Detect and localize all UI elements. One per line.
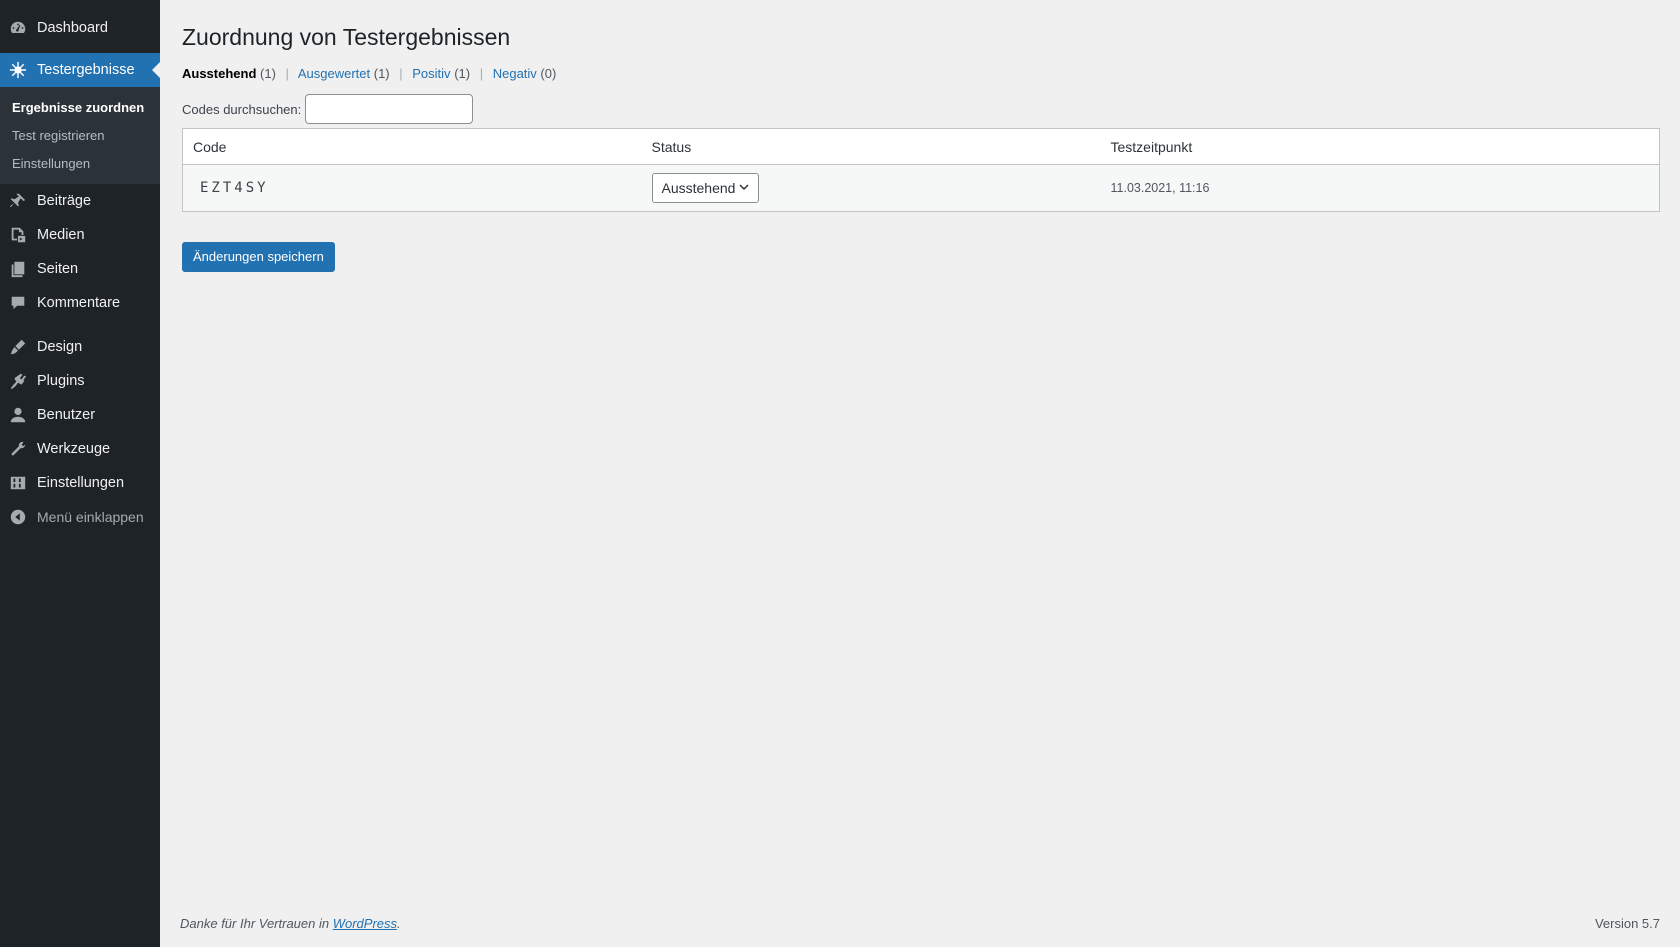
sidebar-item-seiten[interactable]: Seiten bbox=[0, 252, 160, 286]
footer: Danke für Ihr Vertrauen in WordPress. Ve… bbox=[180, 916, 1660, 931]
sidebar-item-beitraege[interactable]: Beiträge bbox=[0, 184, 160, 218]
submenu-item-test-registrieren[interactable]: Test registrieren bbox=[0, 122, 160, 150]
search-label: Codes durchsuchen: bbox=[182, 101, 302, 117]
submenu-item-einstellungen[interactable]: Einstellungen bbox=[0, 150, 160, 178]
filter-ausgewertet[interactable]: Ausgewertet (1) bbox=[298, 66, 390, 81]
column-header-code: Code bbox=[182, 128, 642, 165]
sidebar-item-medien[interactable]: Medien bbox=[0, 218, 160, 252]
search-row: Codes durchsuchen: bbox=[182, 94, 1660, 124]
page-title: Zuordnung von Testergebnissen bbox=[182, 24, 511, 50]
filter-count: (1) bbox=[373, 66, 390, 81]
collapse-menu-label: Menü einklappen bbox=[37, 509, 144, 525]
submenu-testergebnisse: Ergebnisse zuordnen Test registrieren Ei… bbox=[0, 87, 160, 184]
plugin-icon bbox=[9, 372, 27, 390]
submenu-item-ergebnisse-zuordnen[interactable]: Ergebnisse zuordnen bbox=[0, 94, 160, 122]
sidebar-item-label: Benutzer bbox=[37, 407, 96, 423]
media-icon bbox=[9, 226, 27, 244]
wordpress-link[interactable]: WordPress bbox=[333, 916, 397, 931]
sidebar-item-benutzer[interactable]: Benutzer bbox=[0, 398, 160, 432]
chevron-down-icon bbox=[738, 180, 750, 196]
results-table: Code Status Testzeitpunkt EZT4SY Aussteh… bbox=[182, 128, 1660, 212]
filter-negativ[interactable]: Negativ (0) bbox=[493, 66, 557, 81]
comment-icon bbox=[9, 294, 27, 312]
brush-icon bbox=[9, 338, 27, 356]
sidebar-item-label: Plugins bbox=[37, 373, 85, 389]
time-cell: 11.03.2021, 11:16 bbox=[1100, 164, 1660, 212]
status-filter-links: Ausstehend (1) | Ausgewertet (1) | Posit… bbox=[182, 64, 1660, 84]
collapse-arrow-icon bbox=[9, 508, 27, 526]
pages-icon bbox=[9, 260, 27, 278]
sidebar-item-label: Dashboard bbox=[37, 20, 108, 36]
status-cell: Ausstehend bbox=[641, 164, 1101, 212]
save-changes-button[interactable]: Änderungen speichern bbox=[182, 242, 335, 272]
status-select-value: Ausstehend bbox=[661, 180, 736, 196]
wrench-icon bbox=[9, 440, 27, 458]
version-text: Version 5.7 bbox=[1594, 916, 1660, 931]
filter-count: (0) bbox=[540, 66, 557, 81]
sidebar-item-label: Einstellungen bbox=[37, 475, 125, 491]
filter-ausstehend[interactable]: Ausstehend bbox=[182, 66, 256, 81]
sidebar-item-werkzeuge[interactable]: Werkzeuge bbox=[0, 432, 160, 466]
virus-icon bbox=[9, 61, 27, 79]
sidebar-item-label: Beiträge bbox=[37, 193, 92, 209]
user-icon bbox=[9, 406, 27, 424]
sidebar-item-label: Medien bbox=[37, 227, 85, 243]
separator: | bbox=[399, 66, 403, 81]
footer-thanks: Danke für Ihr Vertrauen in WordPress. bbox=[180, 916, 401, 931]
sidebar-item-label: Seiten bbox=[37, 261, 79, 277]
filter-positiv[interactable]: Positiv (1) bbox=[412, 66, 470, 81]
pin-icon bbox=[9, 192, 27, 210]
sidebar-item-label: Design bbox=[37, 339, 83, 355]
sidebar-item-testergebnisse[interactable]: Testergebnisse bbox=[0, 53, 160, 87]
sidebar-item-kommentare[interactable]: Kommentare bbox=[0, 286, 160, 320]
sidebar-item-design[interactable]: Design bbox=[0, 330, 160, 364]
table-row: EZT4SY Ausstehend 11.03.2021, 11:16 bbox=[182, 164, 1660, 212]
collapse-menu-button[interactable]: Menü einklappen bbox=[0, 500, 160, 534]
filter-count: (1) bbox=[260, 66, 276, 81]
separator: | bbox=[479, 66, 484, 81]
filter-count: (1) bbox=[454, 66, 471, 81]
sidebar-item-label: Werkzeuge bbox=[37, 441, 111, 457]
status-select[interactable]: Ausstehend bbox=[651, 173, 759, 203]
main-content: Zuordnung von Testergebnissen Ausstehend… bbox=[160, 0, 1680, 947]
dashboard-icon bbox=[9, 19, 27, 37]
column-header-testzeitpunkt: Testzeitpunkt bbox=[1100, 128, 1660, 165]
column-header-status: Status bbox=[641, 128, 1101, 165]
separator: | bbox=[285, 66, 289, 81]
search-input[interactable] bbox=[305, 94, 474, 124]
admin-sidebar: Dashboard Testergebnisse Ergebnisse zuor… bbox=[0, 0, 160, 947]
sidebar-item-einstellungen[interactable]: Einstellungen bbox=[0, 466, 160, 500]
sidebar-item-dashboard[interactable]: Dashboard bbox=[0, 11, 160, 45]
settings-icon bbox=[9, 474, 27, 492]
table-header-row: Code Status Testzeitpunkt bbox=[182, 128, 1660, 165]
sidebar-item-label: Testergebnisse bbox=[37, 62, 135, 78]
code-cell: EZT4SY bbox=[182, 164, 642, 212]
sidebar-item-label: Kommentare bbox=[37, 295, 121, 311]
sidebar-item-plugins[interactable]: Plugins bbox=[0, 364, 160, 398]
